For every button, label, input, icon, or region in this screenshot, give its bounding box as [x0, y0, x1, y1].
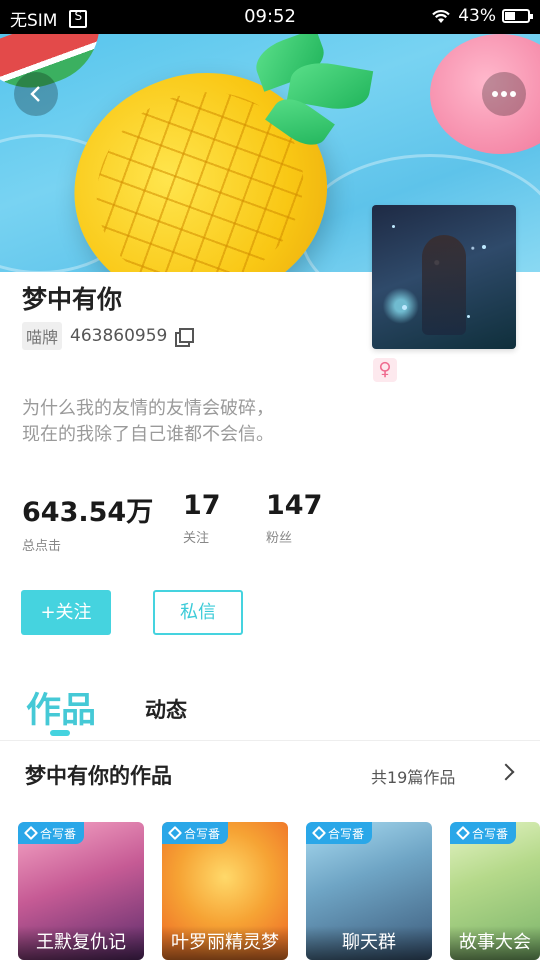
stat-value: 147 — [266, 490, 323, 521]
avatar-sparkle — [467, 315, 470, 318]
chevron-right-icon — [497, 763, 515, 781]
id-number: 463860959 — [70, 326, 168, 346]
bio-line: 现在的我除了自己谁都不会信。 — [22, 424, 274, 445]
stat-label: 粉丝 — [266, 531, 293, 546]
bio: 为什么我的友情的友情会破碎， 现在的我除了自己谁都不会信。 — [22, 396, 342, 448]
work-card[interactable]: 合写番 故事大会 — [450, 822, 540, 960]
works-section-title: 梦中有你的作品 — [25, 764, 172, 788]
id-label: 喵牌 — [22, 322, 63, 350]
status-right: 43% — [430, 6, 533, 26]
avatar-figure — [422, 235, 466, 335]
bio-line: 为什么我的友情的友情会破碎， — [22, 398, 274, 419]
pen-icon — [167, 825, 183, 841]
stat-label: 关注 — [183, 531, 210, 546]
stat-clicks: 643.54万 总点击 — [22, 490, 153, 554]
tab-dynamic[interactable]: 动态 — [145, 694, 187, 724]
works-count: 共19篇作品 — [371, 768, 456, 787]
more-dots-icon — [492, 91, 516, 97]
wifi-icon — [432, 10, 451, 23]
work-title: 王默复仇记 — [18, 926, 144, 960]
work-tag-label: 合写番 — [472, 826, 509, 841]
work-tag: 合写番 — [450, 822, 517, 844]
battery-fill — [505, 12, 516, 20]
work-title: 叶罗丽精灵梦 — [162, 926, 288, 960]
avatar-sparkle — [482, 245, 486, 249]
battery-percent: 43% — [458, 6, 496, 26]
tab-indicator — [50, 730, 70, 736]
copy-icon[interactable] — [175, 328, 195, 347]
avatar-sparkle — [402, 305, 407, 310]
stat-label: 总点击 — [22, 539, 62, 554]
work-card[interactable]: 合写番 叶罗丽精灵梦 — [162, 822, 288, 960]
works-section-header[interactable]: 梦中有你的作品 共19篇作品 — [0, 758, 540, 792]
battery-icon — [502, 9, 533, 23]
content-tabs: 作品 动态 — [0, 672, 540, 740]
work-tag-label: 合写番 — [184, 826, 221, 841]
pen-icon — [455, 825, 471, 841]
user-id-row: 喵牌 463860959 — [22, 322, 195, 350]
message-button[interactable]: 私信 — [153, 590, 243, 635]
back-button[interactable] — [14, 72, 58, 116]
work-title: 聊天群 — [306, 926, 432, 960]
work-tag-label: 合写番 — [328, 826, 365, 841]
more-button[interactable] — [482, 72, 526, 116]
gender-female-icon: ♀ — [373, 358, 397, 382]
stat-following[interactable]: 17 关注 — [183, 490, 221, 546]
work-card[interactable]: 合写番 聊天群 — [306, 822, 432, 960]
avatar-sparkle — [392, 225, 395, 228]
username: 梦中有你 — [22, 285, 123, 314]
work-card[interactable]: 合写番 王默复仇记 — [18, 822, 144, 960]
chevron-left-icon — [30, 86, 40, 102]
pen-icon — [311, 825, 327, 841]
tab-works[interactable]: 作品 — [26, 682, 96, 733]
divider — [0, 740, 540, 741]
work-tag: 合写番 — [18, 822, 85, 844]
follow-button[interactable]: +关注 — [21, 590, 111, 635]
work-tag: 合写番 — [306, 822, 373, 844]
avatar[interactable] — [372, 205, 516, 349]
work-title: 故事大会 — [450, 926, 540, 960]
work-tag-label: 合写番 — [40, 826, 77, 841]
stat-value: 643.54万 — [22, 497, 154, 528]
stat-value: 17 — [183, 490, 221, 521]
stat-fans[interactable]: 147 粉丝 — [266, 490, 322, 546]
status-bar: 无SIM 09:52 43% — [0, 0, 540, 34]
work-tag: 合写番 — [162, 822, 229, 844]
pen-icon — [23, 825, 39, 841]
